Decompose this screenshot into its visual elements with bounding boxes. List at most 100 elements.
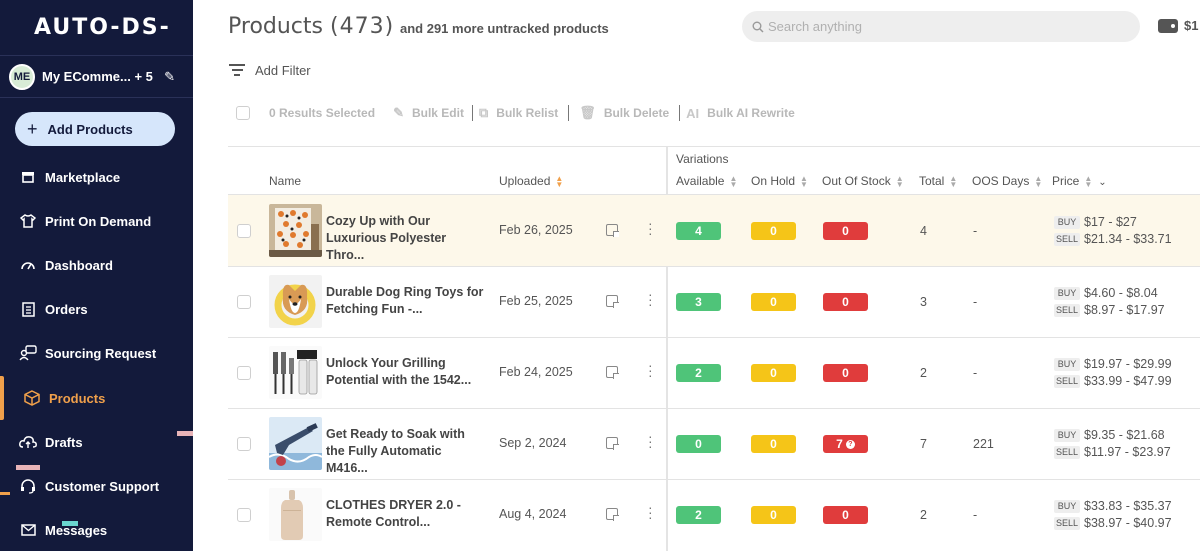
more-options-icon[interactable]: · · ·: [648, 500, 653, 524]
sidebar-item-drafts[interactable]: Drafts: [0, 420, 193, 464]
col-total[interactable]: Total ▲ ▼: [919, 174, 957, 188]
table-row[interactable]: CLOTHES DRYER 2.0 - Remote Control... Au…: [228, 479, 1200, 550]
product-name[interactable]: Get Ready to Soak with the Fully Automat…: [326, 426, 486, 477]
out-of-stock-badge[interactable]: 0: [823, 506, 868, 524]
note-icon[interactable]: [606, 295, 619, 308]
available-badge[interactable]: 0: [676, 435, 721, 453]
note-icon[interactable]: [606, 508, 619, 521]
note-icon[interactable]: [606, 437, 619, 450]
plus-icon: +: [27, 118, 38, 139]
on-hold-badge[interactable]: 0: [751, 506, 796, 524]
out-of-stock-badge[interactable]: 0: [823, 293, 868, 311]
bulk-ai-rewrite-button[interactable]: AI Bulk AI Rewrite: [686, 106, 795, 121]
sort-icon[interactable]: ▲ ▼: [896, 174, 904, 188]
more-options-icon[interactable]: · · ·: [648, 429, 653, 453]
chevron-down-icon[interactable]: ⌄: [1098, 177, 1106, 188]
on-hold-badge[interactable]: 0: [751, 222, 796, 240]
sidebar-item-products[interactable]: Products: [0, 376, 193, 420]
add-filter-button[interactable]: Add Filter: [229, 61, 311, 79]
col-on-hold[interactable]: On Hold ▲ ▼: [751, 174, 808, 188]
sell-tag: SELL: [1054, 375, 1080, 388]
row-checkbox[interactable]: [237, 437, 251, 451]
product-thumbnail-blanket[interactable]: [269, 204, 322, 257]
sidebar-item-marketplace[interactable]: Marketplace: [0, 155, 193, 199]
store-selector[interactable]: ME My EComme... + 5 ✎: [0, 56, 193, 98]
price-range: BUY $33.83 - $35.37 SELL $38.97 - $40.97: [1054, 498, 1172, 532]
headset-icon: [19, 477, 37, 495]
product-thumbnail-water-gun[interactable]: [269, 417, 322, 470]
ai-icon: AI: [686, 105, 700, 121]
bulk-relist-button[interactable]: ⧉ Bulk Relist: [479, 105, 558, 121]
search-bar[interactable]: [742, 11, 1140, 42]
clipboard-icon: [19, 300, 37, 318]
sort-icon[interactable]: ▲ ▼: [800, 174, 808, 188]
available-badge[interactable]: 4: [676, 222, 721, 240]
autods-logo[interactable]: AUTO-DS-: [0, 0, 193, 56]
note-icon[interactable]: [606, 224, 619, 237]
on-hold-badge[interactable]: 0: [751, 293, 796, 311]
uploaded-date: Aug 4, 2024: [499, 507, 567, 521]
help-icon[interactable]: ?: [845, 439, 855, 449]
sort-icon[interactable]: ▲ ▼: [949, 174, 957, 188]
note-icon[interactable]: [606, 366, 619, 379]
sidebar-item-sourcing-request[interactable]: Sourcing Request: [0, 331, 193, 375]
sidebar-item-print-on-demand[interactable]: Print On Demand: [0, 199, 193, 243]
buy-price: $4.60 - $8.04: [1084, 286, 1158, 300]
search-input[interactable]: [768, 19, 1128, 34]
row-checkbox[interactable]: [237, 508, 251, 522]
available-badge[interactable]: 2: [676, 506, 721, 524]
untracked-products-note: and 291 more untracked products: [400, 21, 609, 36]
divider: [471, 105, 473, 121]
bulk-edit-button[interactable]: ✎ Bulk Edit: [393, 105, 464, 121]
sort-icon[interactable]: ▲ ▼: [729, 174, 737, 188]
product-name[interactable]: Unlock Your Grilling Potential with the …: [326, 355, 486, 389]
product-name[interactable]: Durable Dog Ring Toys for Fetching Fun -…: [326, 284, 486, 318]
oos-days: -: [973, 366, 978, 380]
bulk-delete-button[interactable]: 🗑︎ Bulk Delete: [579, 105, 669, 121]
table-row[interactable]: Durable Dog Ring Toys for Fetching Fun -…: [228, 266, 1200, 337]
out-of-stock-badge[interactable]: 0: [823, 222, 868, 240]
total-variations: 3: [920, 295, 927, 309]
product-name[interactable]: Cozy Up with Our Luxurious Polyester Thr…: [326, 213, 486, 264]
table-row[interactable]: Cozy Up with Our Luxurious Polyester Thr…: [228, 195, 1200, 266]
on-hold-badge[interactable]: 0: [751, 435, 796, 453]
col-available[interactable]: Available ▲ ▼: [676, 174, 737, 188]
out-of-stock-badge[interactable]: 7?: [823, 435, 868, 453]
product-thumbnail-dog-toy[interactable]: [269, 275, 322, 328]
sidebar-item-customer-support[interactable]: Customer Support: [0, 464, 193, 508]
table-row[interactable]: Get Ready to Soak with the Fully Automat…: [228, 408, 1200, 479]
pencil-icon[interactable]: ✎: [164, 69, 175, 85]
oos-days: -: [973, 295, 978, 309]
more-options-icon[interactable]: · · ·: [648, 216, 653, 240]
sidebar-item-orders[interactable]: Orders: [0, 287, 193, 331]
row-checkbox[interactable]: [237, 366, 251, 380]
sidebar-item-messages[interactable]: Messages: [0, 508, 193, 551]
col-out-of-stock[interactable]: Out Of Stock ▲ ▼: [822, 174, 904, 188]
divider: [228, 146, 1200, 147]
more-options-icon[interactable]: · · ·: [648, 358, 653, 382]
col-uploaded[interactable]: Uploaded ▲ ▼: [499, 174, 563, 188]
out-of-stock-badge[interactable]: 0: [823, 364, 868, 382]
on-hold-badge[interactable]: 0: [751, 364, 796, 382]
product-thumbnail-clothes-dryer[interactable]: [269, 488, 322, 541]
divider: [568, 105, 570, 121]
box-refresh-icon: ⧉: [478, 105, 489, 120]
product-name[interactable]: CLOTHES DRYER 2.0 - Remote Control...: [326, 497, 486, 531]
oos-days: -: [973, 224, 978, 238]
more-options-icon[interactable]: · · ·: [648, 287, 653, 311]
table-row[interactable]: Unlock Your Grilling Potential with the …: [228, 337, 1200, 408]
row-checkbox[interactable]: [237, 224, 251, 238]
sort-icon[interactable]: ▲ ▼: [1084, 174, 1092, 188]
wallet-balance[interactable]: $1: [1158, 18, 1198, 33]
available-badge[interactable]: 3: [676, 293, 721, 311]
product-thumbnail-grill-tools[interactable]: [269, 346, 322, 399]
sort-desc-icon[interactable]: ▲ ▼: [555, 174, 563, 188]
col-oos-days[interactable]: OOS Days ▲ ▼: [972, 174, 1042, 188]
col-price[interactable]: Price ▲ ▼ ⌄: [1052, 174, 1107, 188]
row-checkbox[interactable]: [237, 295, 251, 309]
available-badge[interactable]: 2: [676, 364, 721, 382]
add-products-button[interactable]: + Add Products: [15, 112, 175, 146]
select-all-checkbox[interactable]: [236, 106, 250, 120]
sidebar-item-dashboard[interactable]: Dashboard: [0, 243, 193, 287]
sort-icon[interactable]: ▲ ▼: [1034, 174, 1042, 188]
